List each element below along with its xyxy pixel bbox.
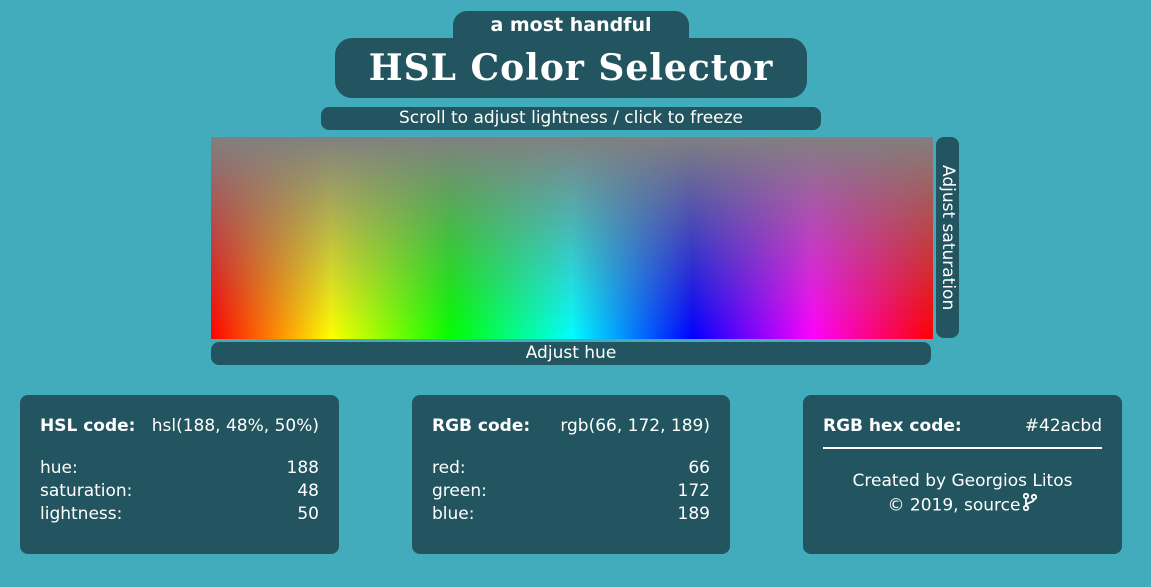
hue-value: 188 [286, 458, 319, 478]
saturation-value: 48 [297, 481, 319, 501]
copyright-text: © 2019, [887, 495, 959, 516]
hsl-color-canvas[interactable] [211, 137, 933, 339]
hex-code-value: #42acbd [1024, 416, 1102, 436]
hue-row: hue: 188 [40, 457, 319, 480]
saturation-row: saturation: 48 [40, 480, 319, 503]
author-credit: Created by Georgios Litos [852, 471, 1073, 491]
red-value: 66 [688, 458, 710, 478]
green-value: 172 [677, 481, 710, 501]
hex-code-label: RGB hex code: [823, 416, 962, 436]
copyright-line: © 2019, source [823, 492, 1102, 518]
lightness-label: lightness: [40, 504, 123, 524]
saturation-value-label: saturation: [40, 481, 133, 501]
hue-label: hue: [40, 458, 78, 478]
source-link[interactable]: source [964, 496, 1020, 516]
saturation-adjust-bar[interactable]: Adjust saturation [936, 137, 959, 338]
instructions-banner: Scroll to adjust lightness / click to fr… [321, 107, 821, 130]
hsl-code-label: HSL code: [40, 416, 136, 436]
rgb-code-card: RGB code: rgb(66, 172, 189) red: 66 gree… [412, 395, 730, 554]
lightness-row: lightness: 50 [40, 503, 319, 526]
hsl-code-value: hsl(188, 48%, 50%) [151, 416, 319, 436]
red-label: red: [432, 458, 466, 478]
red-row: red: 66 [432, 457, 710, 480]
git-branch-icon[interactable] [1023, 492, 1038, 518]
credits: Created by Georgios Litos © 2019, source [823, 470, 1102, 518]
saturation-label: Adjust saturation [938, 164, 958, 311]
hex-code-card: RGB hex code: #42acbd Created by Georgio… [803, 395, 1122, 554]
lightness-value: 50 [297, 504, 319, 524]
card-divider [823, 447, 1102, 449]
hue-adjust-bar[interactable]: Adjust hue [211, 342, 931, 365]
rgb-code-label: RGB code: [432, 416, 531, 436]
hsl-code-card: HSL code: hsl(188, 48%, 50%) hue: 188 sa… [20, 395, 339, 554]
green-row: green: 172 [432, 480, 710, 503]
green-label: green: [432, 481, 487, 501]
blue-label: blue: [432, 504, 475, 524]
blue-row: blue: 189 [432, 503, 710, 526]
rgb-code-value: rgb(66, 172, 189) [560, 416, 710, 436]
blue-value: 189 [677, 504, 710, 524]
app-title: HSL Color Selector [335, 38, 807, 98]
